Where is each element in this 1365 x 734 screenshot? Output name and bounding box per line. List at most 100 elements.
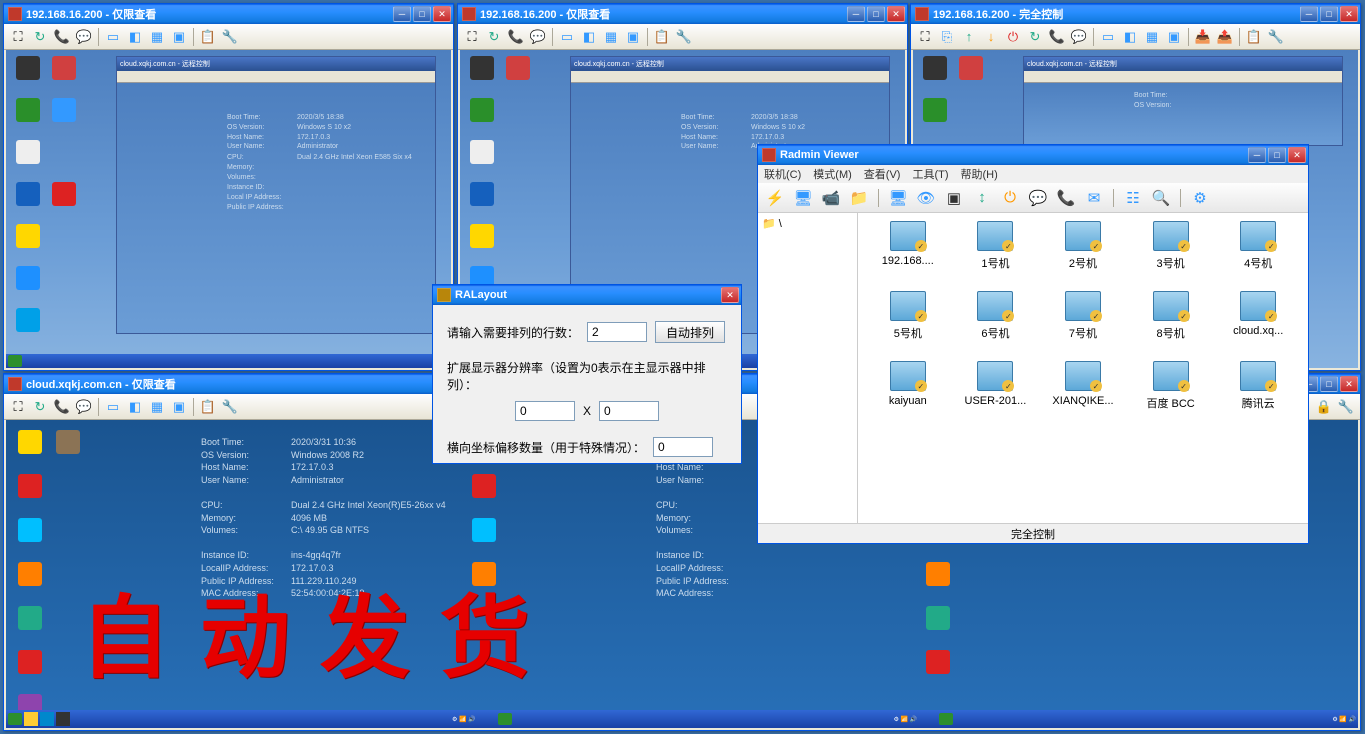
menu-mode[interactable]: 模式(M) — [813, 166, 852, 182]
connection-item[interactable]: cloud.xq... — [1216, 291, 1300, 357]
voice-icon[interactable]: 📞 — [52, 27, 72, 47]
taskbar-item[interactable] — [24, 712, 38, 726]
tile-icon[interactable]: ▣ — [1164, 27, 1184, 47]
normal-icon[interactable]: ▭ — [103, 397, 123, 417]
res-y-input[interactable] — [599, 401, 659, 421]
chat-icon[interactable]: 💬 — [528, 27, 548, 47]
fit-icon[interactable]: ▦ — [147, 27, 167, 47]
close-button[interactable]: ✕ — [1340, 376, 1358, 392]
voice-icon[interactable]: 📞 — [52, 397, 72, 417]
titlebar[interactable]: 192.168.16.200 - 仅限查看 ─ □ ✕ — [458, 4, 907, 24]
scan-icon[interactable]: 🔍 — [1150, 187, 1172, 209]
add-pc-icon[interactable]: 🖥 — [792, 187, 814, 209]
menu-help[interactable]: 帮助(H) — [961, 166, 998, 182]
taskbar-item[interactable] — [56, 712, 70, 726]
connection-item[interactable]: USER-201... — [954, 361, 1038, 427]
maximize-button[interactable]: □ — [1320, 376, 1338, 392]
settings-icon[interactable]: 🔧 — [220, 27, 240, 47]
start-button[interactable] — [8, 713, 22, 725]
connection-item[interactable]: 2号机 — [1041, 221, 1125, 287]
menu-view[interactable]: 查看(V) — [864, 166, 901, 182]
auto-arrange-button[interactable]: 自动排列 — [655, 321, 725, 343]
connection-item[interactable]: 3号机 — [1129, 221, 1213, 287]
filetransfer-icon[interactable]: ↕ — [971, 187, 993, 209]
connection-item[interactable]: 6号机 — [954, 291, 1038, 357]
connection-item[interactable]: 百度 BCC — [1129, 361, 1213, 427]
stretch-icon[interactable]: ◧ — [579, 27, 599, 47]
settings-icon[interactable]: 🔧 — [1266, 27, 1286, 47]
options-icon[interactable]: ⚙ — [1189, 187, 1211, 209]
refresh-icon[interactable]: ↻ — [484, 27, 504, 47]
voice-icon[interactable]: 📞 — [1047, 27, 1067, 47]
stretch-icon[interactable]: ◧ — [1120, 27, 1140, 47]
titlebar[interactable]: 192.168.16.200 - 完全控制 ─ □ ✕ — [911, 4, 1360, 24]
shutdown-icon[interactable]: ⏻ — [999, 187, 1021, 209]
normal-icon[interactable]: ▭ — [103, 27, 123, 47]
viewonly-icon[interactable]: 👁 — [915, 187, 937, 209]
telnet-icon[interactable]: ▣ — [943, 187, 965, 209]
maximize-button[interactable]: □ — [1268, 147, 1286, 163]
video-icon[interactable]: 📹 — [820, 187, 842, 209]
chat-icon[interactable]: 💬 — [1069, 27, 1089, 47]
list-icon[interactable]: ☷ — [1122, 187, 1144, 209]
minimize-button[interactable]: ─ — [393, 6, 411, 22]
connection-item[interactable]: 1号机 — [954, 221, 1038, 287]
connect-icon[interactable]: ⚡ — [764, 187, 786, 209]
fit-icon[interactable]: ▦ — [147, 397, 167, 417]
minimize-button[interactable]: ─ — [847, 6, 865, 22]
tree-panel[interactable]: 📁 \ — [758, 213, 858, 523]
maximize-button[interactable]: □ — [413, 6, 431, 22]
clipboard-icon[interactable]: 📋 — [1244, 27, 1264, 47]
connection-item[interactable]: 4号机 — [1216, 221, 1300, 287]
clipboard-icon[interactable]: 📋 — [198, 27, 218, 47]
menu-connect[interactable]: 联机(C) — [764, 166, 801, 182]
close-button[interactable]: ✕ — [433, 6, 451, 22]
start-button-3[interactable] — [939, 713, 953, 725]
tree-root[interactable]: \ — [779, 218, 782, 230]
normal-icon[interactable]: ▭ — [557, 27, 577, 47]
refresh-icon[interactable]: ↻ — [30, 397, 50, 417]
connection-item[interactable]: XIANQIKE... — [1041, 361, 1125, 427]
lock-icon[interactable]: 🔒 — [1314, 397, 1334, 417]
close-button[interactable]: ✕ — [887, 6, 905, 22]
connection-item[interactable]: 8号机 — [1129, 291, 1213, 357]
cad-icon[interactable]: ⎘ — [937, 27, 957, 47]
titlebar[interactable]: Radmin Viewer ─ □ ✕ — [758, 145, 1308, 165]
voicechat-icon[interactable]: 📞 — [1055, 187, 1077, 209]
chat-icon[interactable]: 💬 — [74, 27, 94, 47]
clipboard-icon[interactable]: 📋 — [652, 27, 672, 47]
chat-icon[interactable]: 💬 — [74, 397, 94, 417]
refresh-icon[interactable]: ↻ — [30, 27, 50, 47]
taskbar-item[interactable] — [40, 712, 54, 726]
close-button[interactable]: ✕ — [721, 287, 739, 303]
titlebar[interactable]: RALayout ✕ — [433, 285, 741, 305]
res-x-input[interactable] — [515, 401, 575, 421]
sendmsg-icon[interactable]: ✉ — [1083, 187, 1105, 209]
offset-input[interactable] — [653, 437, 713, 457]
minimize-button[interactable]: ─ — [1248, 147, 1266, 163]
fullscreen-icon[interactable]: ⛶ — [8, 397, 28, 417]
refresh-icon[interactable]: ↻ — [1025, 27, 1045, 47]
connection-item[interactable]: kaiyuan — [866, 361, 950, 427]
fit-icon[interactable]: ▦ — [601, 27, 621, 47]
textchat-icon[interactable]: 💬 — [1027, 187, 1049, 209]
connection-item[interactable]: 腾讯云 — [1216, 361, 1300, 427]
transfer-down-icon[interactable]: ↓ — [981, 27, 1001, 47]
clip-get-icon[interactable]: 📥 — [1193, 27, 1213, 47]
clip-set-icon[interactable]: 📤 — [1215, 27, 1235, 47]
connection-item[interactable]: 5号机 — [866, 291, 950, 357]
tile-icon[interactable]: ▣ — [169, 27, 189, 47]
connection-item[interactable]: 7号机 — [1041, 291, 1125, 357]
settings-icon[interactable]: 🔧 — [674, 27, 694, 47]
clipboard-icon[interactable]: 📋 — [198, 397, 218, 417]
close-button[interactable]: ✕ — [1288, 147, 1306, 163]
stretch-icon[interactable]: ◧ — [125, 27, 145, 47]
minimize-button[interactable]: ─ — [1300, 6, 1318, 22]
settings2-icon[interactable]: 🔧 — [1336, 397, 1356, 417]
menu-tools[interactable]: 工具(T) — [912, 166, 948, 182]
fullscreen-icon[interactable]: ⛶ — [8, 27, 28, 47]
power-icon[interactable]: ⏻ — [1003, 27, 1023, 47]
voice-icon[interactable]: 📞 — [506, 27, 526, 47]
remote-desktop[interactable]: cloud.xqkj.com.cn - 远程控制 Boot Time: OS V… — [6, 50, 451, 368]
fullscreen-icon[interactable]: ⛶ — [462, 27, 482, 47]
